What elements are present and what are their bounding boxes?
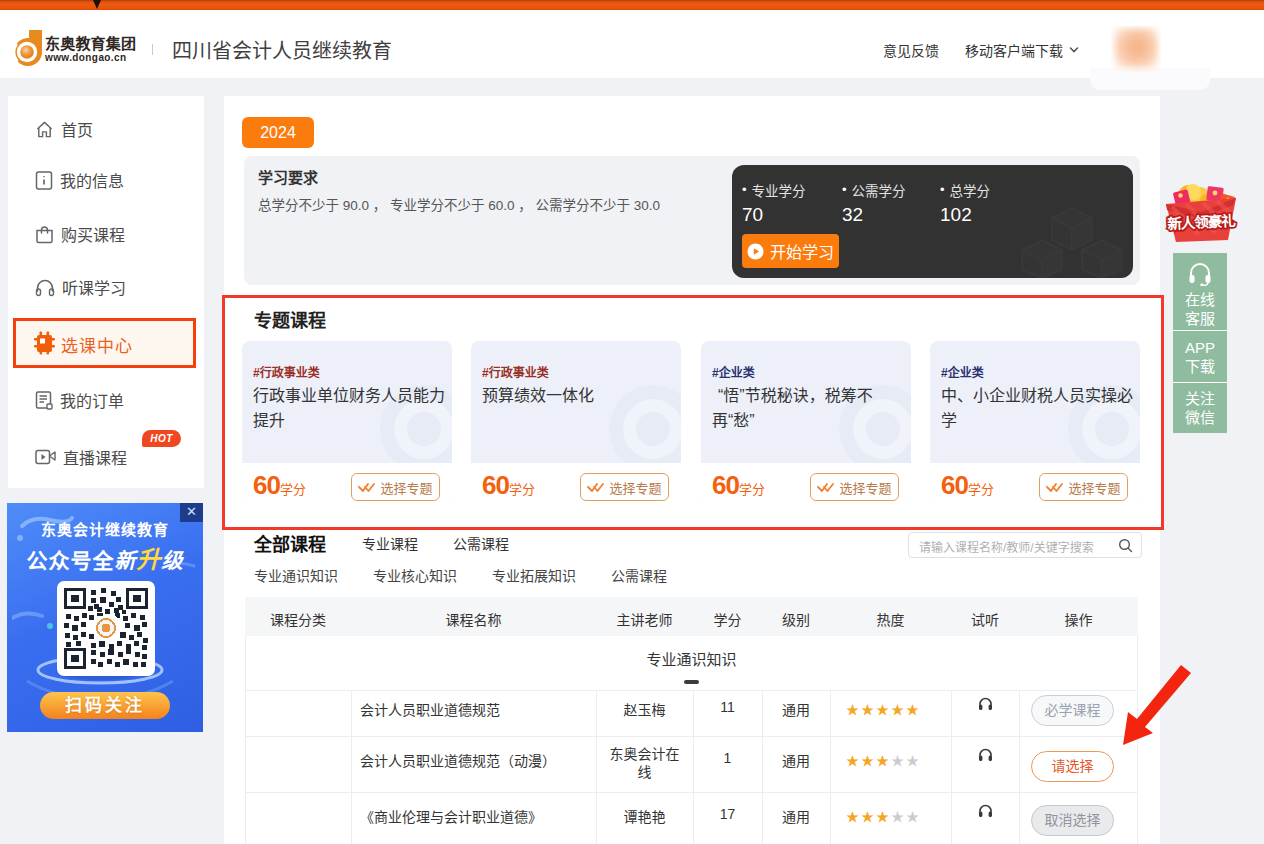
svg-text:新人领豪礼: 新人领豪礼 (1167, 212, 1237, 233)
